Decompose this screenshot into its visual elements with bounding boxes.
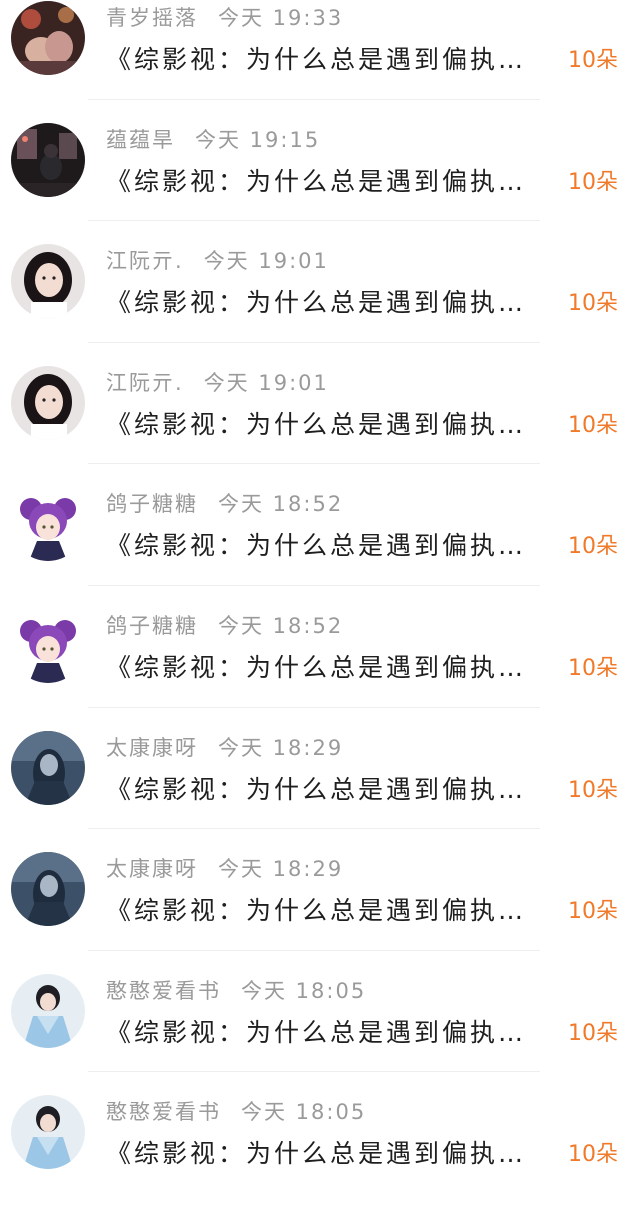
avatar-night-street-icon[interactable]	[11, 122, 85, 197]
book-title[interactable]: 《综影视：为什么总是遇到偏执…	[106, 283, 556, 319]
user-name[interactable]: 蕴蕴旱	[106, 128, 175, 152]
list-item[interactable]: 江阮亓. 今天 19:01 《综影视：为什么总是遇到偏执… 10朵	[0, 365, 640, 487]
book-title[interactable]: 《综影视：为什么总是遇到偏执…	[106, 526, 556, 562]
list-item[interactable]: 憨憨爱看书 今天 18:05 《综影视：为什么总是遇到偏执… 10朵	[0, 973, 640, 1095]
timestamp: 今天 19:01	[203, 370, 329, 395]
avatar-couple-hands-icon[interactable]	[11, 1, 85, 75]
book-title[interactable]: 《综影视：为什么总是遇到偏执…	[106, 40, 556, 76]
user-name[interactable]: 江阮亓.	[106, 249, 184, 273]
gift-count: 10朵	[568, 412, 618, 438]
timestamp: 今天 18:52	[218, 492, 344, 517]
timestamp: 今天 19:15	[195, 127, 321, 152]
book-title[interactable]: 《综影视：为什么总是遇到偏执…	[106, 405, 556, 441]
user-name[interactable]: 太康康呀	[106, 736, 198, 760]
avatar-anime-blue-night-icon[interactable]	[11, 852, 85, 927]
divider	[88, 463, 540, 465]
gift-count: 10朵	[568, 899, 618, 925]
avatar-girl-dark-hair-icon[interactable]	[11, 244, 85, 319]
gift-count: 10朵	[568, 777, 618, 803]
timestamp: 今天 18:05	[241, 978, 367, 1003]
user-name[interactable]: 憨憨爱看书	[106, 979, 221, 1003]
user-name[interactable]: 太康康呀	[106, 857, 198, 881]
avatar-anime-blue-night-icon[interactable]	[11, 730, 85, 805]
divider	[88, 341, 540, 343]
gift-count: 10朵	[568, 291, 618, 317]
user-name[interactable]: 青岁摇落	[106, 6, 198, 30]
avatar-anime-purple-hair-icon[interactable]	[11, 487, 85, 562]
gift-record-list: 青岁摇落 今天 19:33 《综影视：为什么总是遇到偏执… 10朵 蕴蕴旱 今天 1…	[0, 0, 640, 1216]
list-item[interactable]: 蕴蕴旱 今天 19:15 《综影视：为什么总是遇到偏执… 10朵	[0, 122, 640, 244]
timestamp: 今天 19:33	[218, 6, 344, 30]
avatar-woman-blue-dress-icon[interactable]	[11, 973, 85, 1048]
user-name[interactable]: 憨憨爱看书	[106, 1100, 221, 1124]
user-name[interactable]: 江阮亓.	[106, 371, 184, 395]
list-item[interactable]: 鸽子糖糖 今天 18:52 《综影视：为什么总是遇到偏执… 10朵	[0, 486, 640, 608]
divider	[88, 828, 540, 830]
gift-count: 10朵	[568, 655, 618, 681]
timestamp: 今天 18:52	[218, 613, 344, 638]
book-title[interactable]: 《综影视：为什么总是遇到偏执…	[106, 1134, 556, 1170]
list-item[interactable]: 太康康呀 今天 18:29 《综影视：为什么总是遇到偏执… 10朵	[0, 730, 640, 852]
gift-count: 10朵	[568, 534, 618, 560]
timestamp: 今天 18:05	[241, 1100, 367, 1125]
book-title[interactable]: 《综影视：为什么总是遇到偏执…	[106, 162, 556, 198]
list-item[interactable]: 鸽子糖糖 今天 18:52 《综影视：为什么总是遇到偏执… 10朵	[0, 608, 640, 730]
list-item[interactable]: 江阮亓. 今天 19:01 《综影视：为什么总是遇到偏执… 10朵	[0, 243, 640, 365]
divider	[88, 98, 540, 100]
user-name[interactable]: 鸽子糖糖	[106, 492, 198, 516]
avatar-woman-blue-dress-icon[interactable]	[11, 1095, 85, 1170]
divider	[88, 584, 540, 586]
list-item[interactable]: 太康康呀 今天 18:29 《综影视：为什么总是遇到偏执… 10朵	[0, 851, 640, 973]
gift-count: 10朵	[568, 1020, 618, 1046]
book-title[interactable]: 《综影视：为什么总是遇到偏执…	[106, 648, 556, 684]
divider	[88, 1071, 540, 1073]
book-title[interactable]: 《综影视：为什么总是遇到偏执…	[106, 770, 556, 806]
list-item[interactable]: 青岁摇落 今天 19:33 《综影视：为什么总是遇到偏执… 10朵	[0, 0, 640, 122]
gift-count: 10朵	[568, 48, 618, 73]
gift-count: 10朵	[568, 169, 618, 195]
list-item[interactable]: 憨憨爱看书 今天 18:05 《综影视：为什么总是遇到偏执… 10朵	[0, 1094, 640, 1216]
book-title[interactable]: 《综影视：为什么总是遇到偏执…	[106, 891, 556, 927]
avatar-anime-purple-hair-icon[interactable]	[11, 608, 85, 683]
divider	[88, 949, 540, 951]
avatar-girl-dark-hair-icon[interactable]	[11, 365, 85, 440]
divider	[88, 220, 540, 222]
gift-count: 10朵	[568, 1142, 618, 1168]
book-title[interactable]: 《综影视：为什么总是遇到偏执…	[106, 1013, 556, 1049]
divider	[88, 706, 540, 708]
timestamp: 今天 18:29	[218, 735, 344, 760]
timestamp: 今天 19:01	[203, 249, 329, 274]
timestamp: 今天 18:29	[218, 857, 344, 882]
user-name[interactable]: 鸽子糖糖	[106, 614, 198, 638]
